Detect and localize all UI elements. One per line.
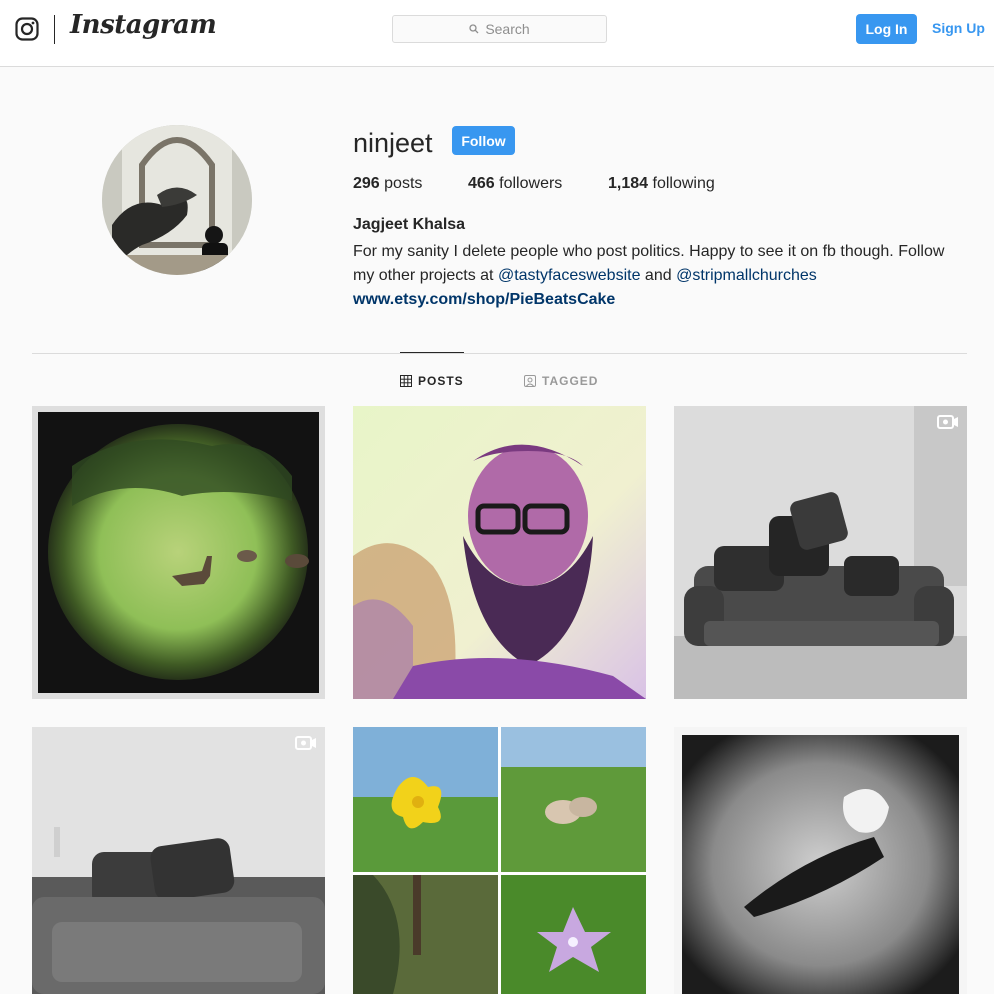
post-thumbnail-6[interactable]	[674, 727, 967, 994]
mention-link-tastyfaces[interactable]: @tastyfaceswebsite	[498, 267, 641, 284]
tab-posts[interactable]: POSTS	[400, 374, 464, 388]
active-tab-indicator	[400, 352, 464, 353]
profile-avatar	[102, 125, 252, 275]
follow-button[interactable]: Follow	[452, 126, 515, 155]
tabs-divider	[32, 353, 967, 354]
post-thumbnail-4[interactable]	[32, 727, 325, 994]
following-label: following	[652, 175, 715, 192]
profile-website-link[interactable]: www.etsy.com/shop/PieBeatsCake	[353, 288, 973, 312]
mention-link-stripmallchurches[interactable]: @stripmallchurches	[676, 267, 817, 284]
bio-text-and: and	[640, 267, 677, 284]
post-thumbnail-2[interactable]	[353, 406, 646, 699]
profile-full-name: Jagjeet Khalsa	[353, 216, 466, 233]
logo-divider	[54, 15, 55, 44]
tab-posts-label: POSTS	[418, 374, 464, 388]
grid-icon	[400, 375, 412, 387]
instagram-glyph-icon[interactable]	[15, 17, 39, 41]
tab-tagged-label: TAGGED	[542, 374, 599, 388]
tab-tagged[interactable]: TAGGED	[524, 374, 598, 388]
signup-link[interactable]: Sign Up	[932, 20, 985, 36]
post-thumbnail-5[interactable]	[353, 727, 646, 994]
instagram-wordmark-logo[interactable]: Instagram	[70, 10, 217, 40]
following-count: 1,184	[608, 175, 649, 192]
profile-bio: For my sanity I delete people who post p…	[353, 240, 973, 312]
video-icon	[295, 736, 316, 750]
search-input[interactable]: Search	[392, 15, 607, 43]
post-thumbnail-1[interactable]	[32, 406, 325, 699]
posts-count: 296	[353, 175, 380, 192]
tagged-person-icon	[524, 375, 536, 387]
followers-label: followers	[499, 175, 563, 192]
bio-text-prefix: my other projects at	[353, 267, 498, 284]
posts-label: posts	[384, 175, 423, 192]
bio-line-1: For my sanity I delete people who post p…	[353, 243, 945, 260]
search-placeholder: Search	[485, 21, 530, 37]
video-icon	[937, 415, 958, 429]
top-navigation-bar: Instagram Search Log In Sign Up	[0, 0, 994, 67]
login-button[interactable]: Log In	[856, 14, 917, 44]
posts-count-stat: 296 posts	[353, 175, 422, 193]
post-thumbnail-3[interactable]	[674, 406, 967, 699]
following-count-stat[interactable]: 1,184 following	[608, 175, 715, 193]
followers-count-stat[interactable]: 466 followers	[468, 175, 562, 193]
bio-line-2: my other projects at @tastyfaceswebsite …	[353, 264, 973, 288]
search-icon	[469, 24, 479, 34]
profile-username: ninjeet	[353, 128, 433, 158]
followers-count: 466	[468, 175, 495, 192]
